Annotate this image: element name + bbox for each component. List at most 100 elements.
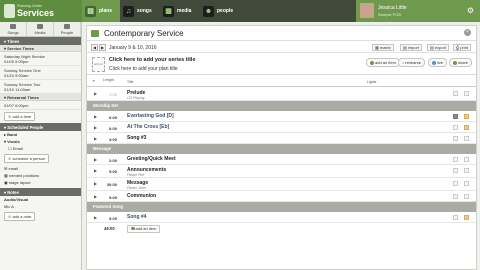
nav-tab-media[interactable]: ▦ media [160,0,200,22]
share-button[interactable]: share [449,58,473,67]
rehearsal-time-item[interactable]: 01/07 6:00pm [0,101,81,110]
item-title[interactable]: Communion [127,193,156,199]
expand-icon[interactable]: ▶ [94,91,97,96]
item-length[interactable]: 5:00 [103,169,117,174]
section-header-row[interactable]: Worship Set [87,101,476,111]
sidebar-tab-songs[interactable]: Songs [0,22,27,36]
item-note-icon[interactable] [464,91,469,96]
item-title[interactable]: Everlasting God [D] [127,113,174,119]
gear-icon[interactable]: ⚙ [467,6,474,15]
expand-icon[interactable]: ▶ [94,215,97,220]
item-length[interactable]: 2:00 [103,158,117,163]
column-length[interactable]: Length [103,78,119,82]
stage-layout-link[interactable]: ▣ stage layout [0,179,81,186]
item-checkbox[interactable] [453,194,458,199]
item-note-icon[interactable] [464,194,469,199]
expand-icon[interactable]: ▶ [94,114,97,119]
service-time-item[interactable]: Sunday Service One 01/10 9:00am [0,66,81,80]
item-title[interactable]: Song #4 [127,214,146,220]
previous-plan-button[interactable]: ◀ [91,44,98,51]
vocals-email-option[interactable]: ☐ Email [0,145,81,152]
item-length[interactable]: 30:00 [103,182,117,187]
item-note-icon[interactable] [464,168,469,173]
add-note-button[interactable]: ⊕ add a note [4,212,36,221]
item-note-icon[interactable] [464,215,469,220]
export-button[interactable]: ▤ export [427,44,450,51]
add-time-button[interactable]: ⊕ add a time [4,112,36,121]
times-section-header[interactable]: ▾ Times [0,37,81,45]
item-note-icon[interactable] [464,181,469,186]
expand-icon[interactable]: ▶ [94,181,97,186]
item-length[interactable]: 5:00 [103,195,117,200]
item-note-icon[interactable] [464,157,469,162]
add-series-art-button[interactable]: add art [92,57,105,72]
column-lights[interactable]: Lights [367,80,376,84]
section-header-row[interactable]: Featured Song [87,202,476,212]
item-row[interactable]: ▶ 2:00 Greeting/Quick Meet [87,154,476,165]
next-plan-button[interactable]: ▶ [99,44,106,51]
matrix-button[interactable]: ▦ matrix [372,44,394,51]
add-item-button[interactable]: add an item [366,58,400,67]
item-note-icon[interactable] [464,136,469,141]
item-note-icon[interactable] [464,125,469,130]
item-row[interactable]: ▶ 5:00 Communion [87,191,476,202]
user-menu[interactable]: Jessica Little Sample POD ⚙ [356,0,480,22]
add-item-bottom-button[interactable]: add an item [127,224,161,233]
service-times-header[interactable]: ▾ Service Times [0,45,81,52]
item-checkbox[interactable] [453,91,458,96]
plan-title-field[interactable]: Click here to add your plan title [109,66,178,72]
item-row[interactable]: ▶ 30:00 Message Pastor John [87,178,476,191]
item-row[interactable]: ▶ 4:00 Song #3 [87,133,476,144]
item-row[interactable]: ▶ 5:00 Announcements Pastor Phil [87,165,476,178]
expand-icon[interactable]: ▶ [94,168,97,173]
item-title[interactable]: At The Cross [Eb] [127,124,169,130]
song-row[interactable]: ▶ 6:00 Everlasting God [D] [87,111,476,122]
sidebar-tab-people[interactable]: People [54,22,81,36]
expand-all-icon[interactable]: ▾ [93,79,95,83]
item-row[interactable]: ▶ 2:00 Prelude CD Playing [87,88,476,101]
brand-area[interactable]: Planning Center Services [0,0,82,22]
item-title[interactable]: Greeting/Quick Meet [127,156,176,162]
live-button[interactable]: live [428,58,448,67]
nav-tab-people[interactable]: ☻ people [200,0,244,22]
expand-icon[interactable]: ▶ [94,125,97,130]
schedule-person-button[interactable]: ⊕ schedule a person [4,154,50,163]
section-header-row[interactable]: Message [87,144,476,154]
item-checkbox[interactable] [453,168,458,173]
nav-tab-plans[interactable]: ▤ plans [82,0,120,22]
item-checkbox[interactable] [453,157,458,162]
expand-icon[interactable]: ▶ [94,136,97,141]
series-title-field[interactable]: Click here to add your series title [109,57,196,63]
item-title[interactable]: Song #3 [127,135,146,141]
item-checkbox[interactable] [453,136,458,141]
print-button[interactable]: ⎙ print [453,44,472,51]
item-note-icon[interactable] [464,114,469,119]
rehearsal-times-header[interactable]: ▾ Rehearsal Times [0,94,81,101]
item-checkbox[interactable] [453,181,458,186]
service-time-item[interactable]: Sunday Service Two 01/10 11:00am [0,80,81,94]
needed-positions-link[interactable]: ▦ needed positions [0,172,81,179]
item-checkbox[interactable] [453,114,458,119]
item-length[interactable]: 5:00 [103,216,117,221]
band-group[interactable]: ▸ Band [0,131,81,138]
service-time-item[interactable]: Saturday Night Service 01/09 5:00pm [0,52,81,66]
sidebar-tab-media[interactable]: Media [27,22,54,36]
expand-icon[interactable]: ▶ [94,157,97,162]
scheduled-people-header[interactable]: ▾ Scheduled People [0,123,81,131]
notes-section-header[interactable]: ▾ Notes [0,188,81,196]
item-length[interactable]: 6:00 [103,115,117,120]
import-button[interactable]: ▤ import [400,44,423,51]
item-length[interactable]: 6:00 [103,126,117,131]
item-checkbox[interactable] [453,215,458,220]
email-link[interactable]: ✉ email [0,165,81,172]
song-row[interactable]: ▶ 5:00 Song #4 [87,212,476,223]
expand-icon[interactable]: ▶ [94,194,97,199]
close-icon[interactable]: × [464,29,471,36]
note-item[interactable]: Mic A [0,203,81,210]
nav-tab-songs[interactable]: ♫ songs [120,0,160,22]
item-checkbox[interactable] [453,125,458,130]
item-length[interactable]: 4:00 [103,137,117,142]
vocals-group[interactable]: ▾ Vocals [0,138,81,145]
song-row[interactable]: ▶ 6:00 At The Cross [Eb] [87,122,476,133]
item-length[interactable]: 2:00 [103,92,117,97]
